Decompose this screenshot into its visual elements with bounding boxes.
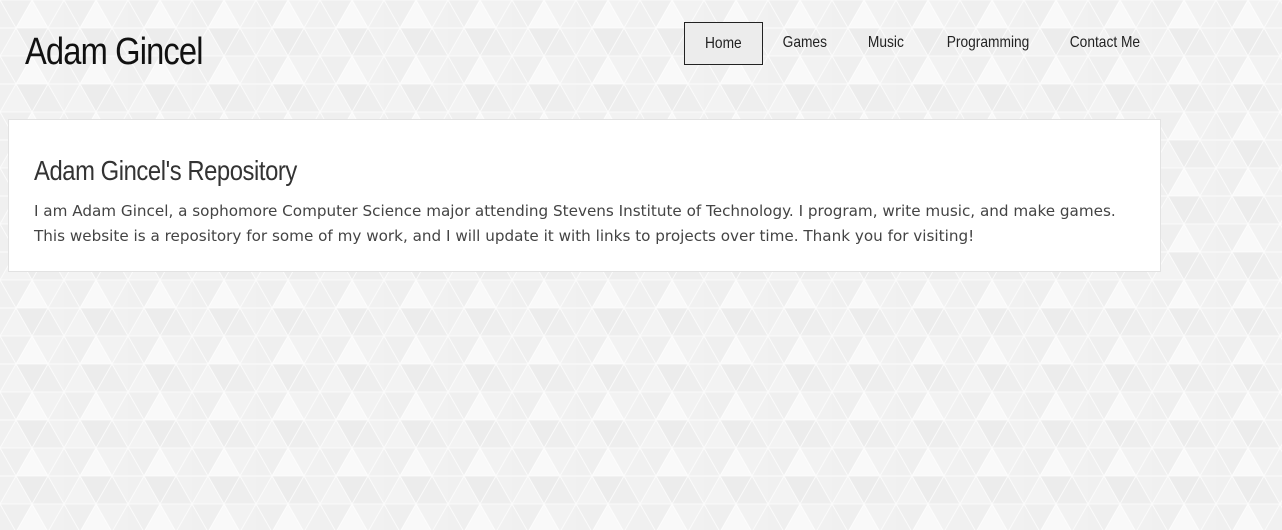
nav-item-games[interactable]: Games [771,22,839,65]
nav-item-label: Music [868,34,904,51]
intro-card: Adam Gincel's Repository I am Adam Gince… [8,119,1161,272]
page-title: Adam Gincel's Repository [34,155,297,186]
nav-item-label: Contact Me [1069,34,1141,51]
nav-item-home[interactable]: Home [684,22,763,65]
nav-item-contact-me[interactable]: Contact Me [1060,22,1150,65]
nav-item-label: Games [782,34,828,51]
nav-item-label: Programming [947,34,1030,51]
site-title[interactable]: Adam Gincel [25,28,203,76]
nav-item-music[interactable]: Music [855,22,917,65]
nav-item-label: Home [705,35,742,52]
nav-item-programming[interactable]: Programming [934,22,1043,65]
intro-text: I am Adam Gincel, a sophomore Computer S… [34,202,1116,245]
